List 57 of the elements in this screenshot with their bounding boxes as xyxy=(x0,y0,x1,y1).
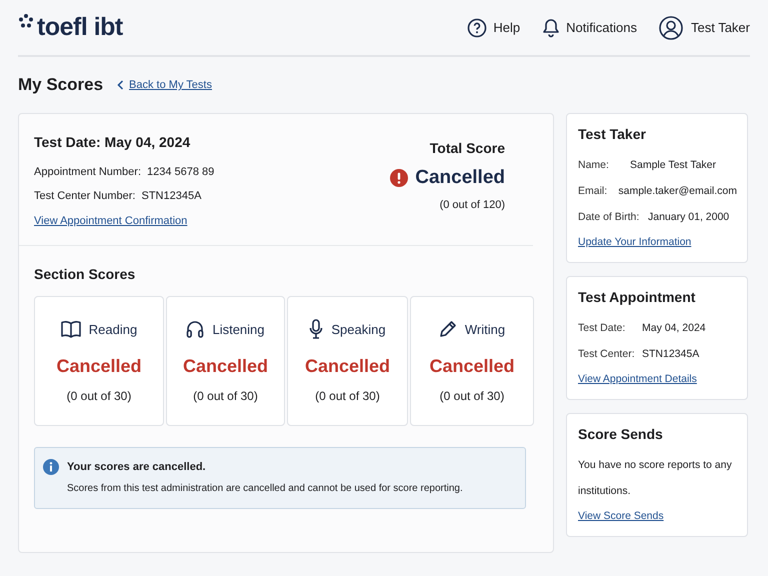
total-score-status: Cancelled xyxy=(415,167,505,189)
card-title: Test Appointment xyxy=(578,289,696,305)
field-label: Name: xyxy=(578,159,610,171)
field-label: Test Date: xyxy=(578,322,626,334)
section-name: Listening xyxy=(212,322,265,336)
logo-text[interactable]: toefl ibt xyxy=(37,13,123,42)
notice-title: Your scores are cancelled. xyxy=(67,461,207,473)
section-score-range: (0 out of 30) xyxy=(440,389,504,403)
card-message: You have no score reports to any institutions. xyxy=(578,458,733,499)
section-score-range: (0 out of 30) xyxy=(193,389,258,403)
account-menu[interactable]: Test Taker xyxy=(658,16,750,40)
microphone-icon xyxy=(309,319,324,339)
field-value: January 01, 2000 xyxy=(648,211,730,223)
field-label: Email: xyxy=(578,185,608,197)
test-date: Test Date: May 04, 2024 xyxy=(34,134,192,150)
field-value: Sample Test Taker xyxy=(630,159,716,171)
section-status: Cancelled xyxy=(429,356,515,377)
bell-icon xyxy=(542,18,560,38)
field-label: Appointment Number: xyxy=(34,166,141,178)
field-value: STN12345A xyxy=(141,190,202,202)
notice-message: Scores from this test administration are cancelled and cannot be used for score reporting. xyxy=(67,483,463,494)
section-name: Writing xyxy=(464,322,506,336)
section-status: Cancelled xyxy=(304,356,390,377)
notifications-link[interactable]: Notifications xyxy=(542,18,637,38)
card-link[interactable]: View Score Sends xyxy=(578,510,664,522)
user-avatar-icon xyxy=(658,16,683,40)
section-score-range: (0 out of 30) xyxy=(315,389,380,403)
book-icon xyxy=(60,320,81,338)
page-title: My Scores xyxy=(18,75,104,95)
confirmation-link[interactable]: View Appointment Confirmation xyxy=(34,215,188,227)
card-title: Score Sends xyxy=(578,426,664,442)
total-score-title: Total Score xyxy=(430,140,505,156)
section-score-range: (0 out of 30) xyxy=(66,389,132,403)
section-heading: Section Scores xyxy=(34,266,136,282)
section-name: Speaking xyxy=(331,322,386,336)
section-name: Reading xyxy=(88,322,138,336)
field-value: May 04, 2024 xyxy=(642,322,706,334)
field-value: sample.taker@email.com xyxy=(618,185,737,197)
field-value: 1234 5678 89 xyxy=(147,166,214,178)
total-score-range: (0 out of 120) xyxy=(440,199,505,211)
section-status: Cancelled xyxy=(56,356,142,377)
chevron-left-icon xyxy=(117,80,124,90)
section-status: Cancelled xyxy=(182,356,268,377)
back-link[interactable]: Back to My Tests xyxy=(129,79,212,91)
logo-icon xyxy=(18,13,34,29)
field-label: Test Center: xyxy=(578,348,636,360)
field-value: STN12345A xyxy=(642,348,700,360)
card-title: Test Taker xyxy=(578,126,647,142)
field-label: Test Center Number: xyxy=(34,190,136,202)
help-link[interactable]: Help xyxy=(467,18,520,38)
card-link[interactable]: Update Your Information xyxy=(578,236,692,248)
field-label: Date of Birth: xyxy=(578,211,640,223)
card-link[interactable]: View Appointment Details xyxy=(578,373,697,385)
pencil-icon xyxy=(438,320,457,338)
help-icon xyxy=(467,18,488,38)
headphones-icon xyxy=(186,320,204,338)
info-icon xyxy=(43,459,59,475)
